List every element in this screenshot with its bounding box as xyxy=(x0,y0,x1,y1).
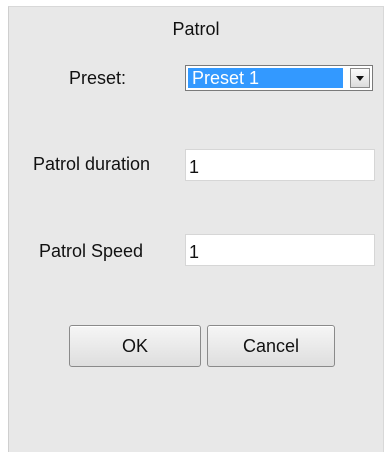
patrol-dialog: Patrol Preset: Preset 1 Patrol duration … xyxy=(8,6,384,452)
patrol-duration-label: Patrol duration xyxy=(33,154,151,174)
patrol-speed-input[interactable]: 1 xyxy=(185,234,375,266)
patrol-duration-input[interactable]: 1 xyxy=(185,149,375,181)
preset-selected-value: Preset 1 xyxy=(188,68,343,88)
chevron-down-icon[interactable] xyxy=(350,68,370,88)
preset-label: Preset: xyxy=(69,68,127,88)
cancel-button[interactable]: Cancel xyxy=(207,325,335,367)
preset-select[interactable]: Preset 1 xyxy=(185,65,373,91)
ok-button[interactable]: OK xyxy=(69,325,201,367)
dialog-title: Patrol xyxy=(172,19,220,39)
patrol-speed-label: Patrol Speed xyxy=(39,241,144,261)
